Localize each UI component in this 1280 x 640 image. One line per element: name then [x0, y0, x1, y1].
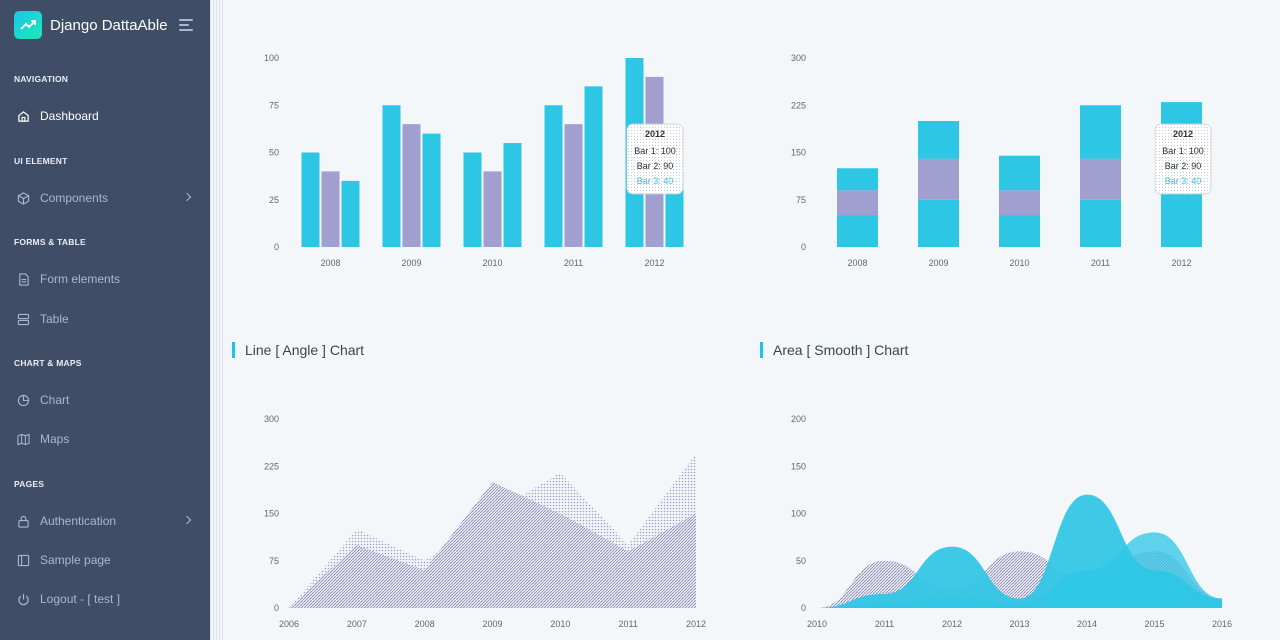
bar-bar-3 — [503, 143, 522, 247]
bar-chart-ytick: 50 — [269, 148, 279, 158]
line-chart-ytick: 150 — [264, 509, 279, 519]
area-chart-ytick: 50 — [796, 556, 806, 566]
stacked-chart-xtick: 2008 — [847, 258, 867, 268]
line-chart-xtick: 2007 — [347, 619, 367, 629]
line-chart-ytick: 300 — [264, 414, 279, 424]
stacked-bar-bar-2 — [999, 190, 1040, 216]
line-chart-ytick: 75 — [269, 556, 279, 566]
stacked-chart-tooltip-line: Bar 1: 100 — [1162, 146, 1204, 156]
bar-chart-tooltip-line: Bar 2: 90 — [637, 161, 674, 171]
bar-chart-tooltip-line: Bar 3: 40 — [637, 176, 674, 186]
stacked-chart-xtick: 2009 — [928, 258, 948, 268]
stacked-bar-bar-3 — [1161, 102, 1202, 128]
bar-chart-ytick: 0 — [274, 242, 279, 252]
stacked-bar-bar-2 — [918, 158, 959, 200]
bar-chart-ytick: 100 — [264, 53, 279, 63]
area-chart-xtick: 2010 — [807, 619, 827, 629]
bar-bar-1 — [301, 152, 320, 247]
line-chart-xtick: 2011 — [618, 619, 637, 629]
bar-chart-tooltip-title: 2012 — [645, 129, 665, 139]
area-chart-xtick: 2015 — [1144, 619, 1164, 629]
bar-bar-2 — [564, 124, 583, 247]
bar-bar-2 — [321, 171, 340, 247]
stacked-chart-tooltip-line: Bar 3: 40 — [1165, 176, 1202, 186]
stacked-bar-bar-3 — [999, 155, 1040, 191]
area-chart-xtick: 2016 — [1212, 619, 1232, 629]
bar-chart-ytick: 25 — [269, 195, 279, 205]
stacked-chart-ytick: 0 — [801, 242, 806, 252]
stacked-chart-tooltip-title: 2012 — [1173, 129, 1193, 139]
charts-canvas: 0 25 50 75 100 2008 2009 2010 2011 2012 2012 Bar 1:… — [264, 53, 1232, 629]
bar-chart-xtick: 2012 — [644, 258, 664, 268]
bar-bar-3 — [422, 133, 441, 247]
stacked-bar-bar-1 — [918, 199, 959, 247]
stacked-bar-bar-1 — [1080, 199, 1121, 247]
stacked-bar-bar-1 — [837, 215, 878, 247]
line-chart-ytick: 225 — [264, 461, 279, 471]
bar-bar-1 — [544, 105, 563, 247]
bar-chart-xtick: 2011 — [564, 258, 583, 268]
bar-bar-3 — [584, 86, 603, 247]
bar-chart-ytick: 75 — [269, 100, 279, 110]
area-chart-ytick: 150 — [791, 461, 806, 471]
line-chart-ytick: 0 — [274, 603, 279, 613]
area-chart-xtick: 2012 — [942, 619, 962, 629]
line-chart-xtick: 2006 — [279, 619, 299, 629]
stacked-chart-tooltip-line: Bar 2: 90 — [1165, 161, 1202, 171]
stacked-bar-bar-2 — [837, 190, 878, 216]
stacked-chart-ytick: 300 — [791, 53, 806, 63]
stacked-chart-xtick: 2012 — [1171, 258, 1191, 268]
bar-bar-1 — [463, 152, 482, 247]
line-chart-xtick: 2009 — [482, 619, 502, 629]
bar-bar-3 — [341, 180, 360, 247]
area-chart-xtick: 2013 — [1009, 619, 1029, 629]
stacked-chart-xtick: 2011 — [1091, 258, 1110, 268]
stacked-chart-ytick: 150 — [791, 148, 806, 158]
line-chart-xtick: 2012 — [686, 619, 706, 629]
area-chart-ytick: 0 — [801, 603, 806, 613]
area-chart-ytick: 200 — [791, 414, 806, 424]
stacked-bar-bar-3 — [918, 121, 959, 159]
bar-bar-2 — [483, 171, 502, 247]
bar-bar-1 — [382, 105, 401, 247]
bar-chart-xtick: 2010 — [482, 258, 502, 268]
area-chart-xtick: 2011 — [875, 619, 894, 629]
stacked-bar-bar-3 — [1080, 105, 1121, 159]
stacked-chart-xtick: 2010 — [1009, 258, 1029, 268]
line-chart-xtick: 2008 — [415, 619, 435, 629]
stacked-chart-ytick: 225 — [791, 100, 806, 110]
line-chart-xtick: 2010 — [550, 619, 570, 629]
bar-chart-xtick: 2009 — [401, 258, 421, 268]
stacked-bar-bar-1 — [999, 215, 1040, 247]
bar-chart-tooltip-line: Bar 1: 100 — [634, 146, 676, 156]
stacked-bar-bar-3 — [837, 168, 878, 191]
bar-bar-2 — [402, 124, 421, 247]
stacked-chart-ytick: 75 — [796, 195, 806, 205]
stacked-bar-bar-2 — [1080, 158, 1121, 200]
area-chart-ytick: 100 — [791, 509, 806, 519]
bar-chart-xtick: 2008 — [320, 258, 340, 268]
area-chart-xtick: 2014 — [1077, 619, 1097, 629]
